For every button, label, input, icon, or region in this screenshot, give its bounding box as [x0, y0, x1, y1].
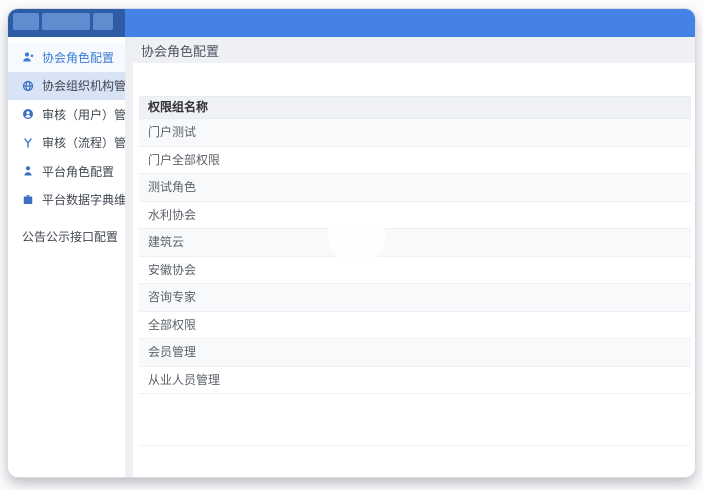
- logo-text-block: [42, 13, 90, 30]
- sidebar-item-label: 审核（流程）管理: [42, 134, 138, 151]
- briefcase-icon: [22, 194, 34, 206]
- sidebar-item[interactable]: 平台角色配置: [8, 157, 125, 186]
- sidebar-item[interactable]: 审核（流程）管理: [8, 129, 125, 158]
- table-footer-space: [139, 394, 691, 446]
- main-area: 协会角色配置 权限组名称 门户测试 门户全部权限 测试角色 水利协会: [133, 37, 695, 477]
- permission-group-name: 咨询专家: [148, 290, 196, 304]
- permission-group-name: 门户测试: [148, 125, 196, 139]
- sidebar-item-label: 平台数据字典维护: [42, 191, 138, 208]
- card-top-space: [139, 63, 691, 96]
- permission-group-name: 会员管理: [148, 345, 196, 359]
- sidebar-item-label: 审核（用户）管理: [42, 106, 138, 123]
- permission-group-name: 全部权限: [148, 318, 196, 332]
- table-row[interactable]: 全部权限: [139, 312, 691, 340]
- table-row[interactable]: 会员管理: [139, 339, 691, 367]
- sidebar-item[interactable]: 平台数据字典维护: [8, 186, 125, 215]
- permission-group-name: 建筑云: [148, 235, 184, 249]
- table-row[interactable]: 安徽协会: [139, 257, 691, 285]
- top-bar: [8, 9, 695, 37]
- app-logo: [8, 9, 125, 37]
- globe-icon: [22, 80, 34, 92]
- sidebar-main-divider: [125, 37, 133, 477]
- page-title-bar: 协会角色配置: [133, 37, 695, 63]
- page-title: 协会角色配置: [141, 41, 219, 60]
- permission-group-name: 门户全部权限: [148, 153, 220, 167]
- person-icon: [22, 165, 34, 177]
- window-body: 协会角色配置 协会组织机构管理 审核（用户）管理 审核（流程）管理 平台角色配置…: [8, 37, 695, 477]
- table-row[interactable]: 从业人员管理: [139, 367, 691, 395]
- content-card: 权限组名称 门户测试 门户全部权限 测试角色 水利协会 建筑云: [139, 63, 691, 477]
- user-add-icon: [22, 51, 34, 63]
- flow-branch-icon: [22, 137, 34, 149]
- permission-group-name: 从业人员管理: [148, 373, 220, 387]
- table-row[interactable]: 建筑云: [139, 229, 691, 257]
- sidebar-item-label: 协会组织机构管理: [42, 77, 138, 94]
- permission-group-name: 测试角色: [148, 180, 196, 194]
- sidebar-item[interactable]: 审核（用户）管理: [8, 100, 125, 129]
- sidebar-menu: 协会角色配置 协会组织机构管理 审核（用户）管理 审核（流程）管理 平台角色配置…: [8, 37, 125, 477]
- sidebar-item-label: 协会角色配置: [42, 49, 114, 66]
- app-window: 协会角色配置 协会组织机构管理 审核（用户）管理 审核（流程）管理 平台角色配置…: [8, 9, 695, 477]
- permission-group-table: 门户测试 门户全部权限 测试角色 水利协会 建筑云 安徽协会 咨询专家: [139, 119, 691, 394]
- user-circle-icon: [22, 108, 34, 120]
- table-header-permission-group-name: 权限组名称: [139, 96, 691, 119]
- sidebar-item[interactable]: 协会角色配置: [8, 43, 125, 72]
- logo-mark: [13, 13, 39, 30]
- table-row[interactable]: 门户全部权限: [139, 147, 691, 175]
- top-nav-bar: [125, 9, 695, 37]
- sidebar-item[interactable]: 协会组织机构管理: [8, 72, 125, 101]
- permission-group-name: 水利协会: [148, 208, 196, 222]
- table-row[interactable]: 咨询专家: [139, 284, 691, 312]
- table-row[interactable]: 测试角色: [139, 174, 691, 202]
- permission-group-name: 安徽协会: [148, 263, 196, 277]
- logo-text-block-2: [93, 13, 113, 30]
- sidebar-item-label: 平台角色配置: [42, 163, 114, 180]
- sidebar-item[interactable]: 公告公示接口配置: [8, 222, 125, 251]
- table-row[interactable]: 门户测试: [139, 119, 691, 147]
- sidebar-item-label: 公告公示接口配置: [22, 228, 118, 245]
- table-row[interactable]: 水利协会: [139, 202, 691, 230]
